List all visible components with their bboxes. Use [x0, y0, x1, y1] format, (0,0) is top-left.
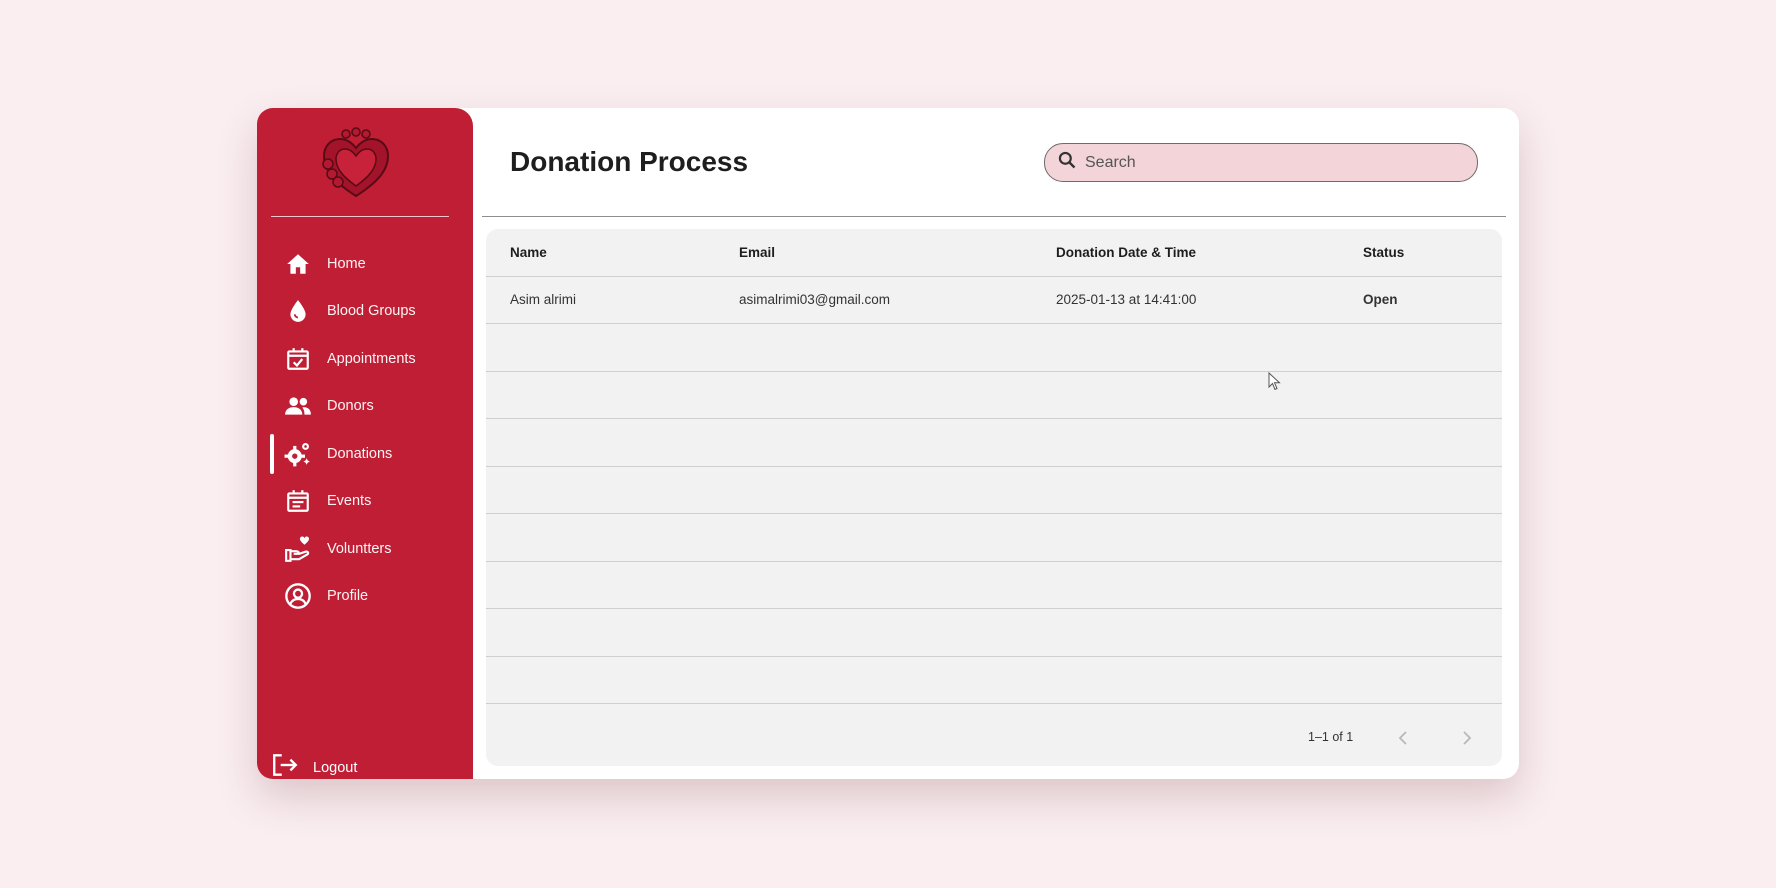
sidebar-item-donors[interactable]: Donors [257, 383, 473, 431]
empty-row [486, 657, 1502, 704]
empty-row [486, 372, 1502, 419]
home-icon [283, 249, 313, 279]
hand-heart-icon [283, 534, 313, 564]
sidebar-item-label: Blood Groups [327, 303, 416, 320]
sidebar-item-events[interactable]: Events [257, 478, 473, 526]
gears-icon [283, 439, 313, 469]
sidebar-item-label: Donors [327, 398, 374, 415]
cell-name: Asim alrimi [510, 292, 576, 308]
column-header-status[interactable]: Status [1363, 229, 1404, 276]
search-bar[interactable] [1044, 143, 1478, 182]
sidebar-item-volunteers[interactable]: Voluntters [257, 525, 473, 573]
people-icon [283, 391, 313, 421]
sidebar-item-label: Appointments [327, 350, 416, 367]
calendar-check-icon [283, 344, 313, 374]
sidebar: Home Blood Groups Appointments Donors Do… [257, 108, 473, 779]
search-input[interactable] [1085, 153, 1465, 172]
heart-hands-logo-icon [316, 126, 396, 202]
cell-datetime: 2025-01-13 at 14:41:00 [1056, 292, 1197, 308]
next-page-icon[interactable] [1454, 726, 1478, 750]
sidebar-item-label: Donations [327, 445, 393, 462]
mouse-cursor-icon [1268, 371, 1282, 392]
blood-drop-icon [283, 296, 313, 326]
sidebar-item-appointments[interactable]: Appointments [257, 335, 473, 383]
logout-icon [271, 752, 299, 779]
logout-button[interactable]: Logout [271, 752, 357, 779]
column-header-email[interactable]: Email [739, 229, 775, 276]
logout-label: Logout [313, 759, 358, 776]
prev-page-icon[interactable] [1392, 726, 1416, 750]
sidebar-item-profile[interactable]: Profile [257, 573, 473, 621]
sidebar-item-label: Events [327, 493, 372, 510]
sidebar-item-blood-groups[interactable]: Blood Groups [257, 288, 473, 336]
profile-circle-icon [283, 581, 313, 611]
cell-email: asimalrimi03@gmail.com [739, 292, 890, 308]
sidebar-item-label: Voluntters [327, 540, 392, 557]
sidebar-item-label: Profile [327, 588, 369, 605]
column-header-name[interactable]: Name [510, 229, 547, 276]
empty-row [486, 324, 1502, 372]
table-header-row: Name Email Donation Date & Time Status [486, 229, 1502, 277]
donations-table: Name Email Donation Date & Time Status A… [486, 229, 1502, 766]
search-icon [1057, 150, 1077, 175]
empty-row [486, 514, 1502, 562]
table-row[interactable]: Asim alrimi asimalrimi03@gmail.com 2025-… [486, 277, 1502, 324]
empty-row [486, 419, 1502, 467]
column-header-datetime[interactable]: Donation Date & Time [1056, 229, 1196, 276]
sidebar-nav: Home Blood Groups Appointments Donors Do… [257, 240, 473, 620]
app-window: Home Blood Groups Appointments Donors Do… [257, 108, 1519, 779]
pagination-count: 1–1 of 1 [1308, 730, 1354, 744]
empty-row [486, 467, 1502, 514]
status-badge: Open [1363, 292, 1398, 308]
sidebar-item-home[interactable]: Home [257, 240, 473, 288]
empty-row [486, 609, 1502, 657]
page-title: Donation Process [510, 146, 749, 177]
sidebar-item-label: Home [327, 255, 366, 272]
pagination: 1–1 of 1 [486, 710, 1502, 766]
event-calendar-icon [283, 486, 313, 516]
sidebar-divider [271, 216, 449, 217]
sidebar-item-donations[interactable]: Donations [257, 430, 473, 478]
empty-row [486, 562, 1502, 609]
header-divider [482, 216, 1506, 217]
